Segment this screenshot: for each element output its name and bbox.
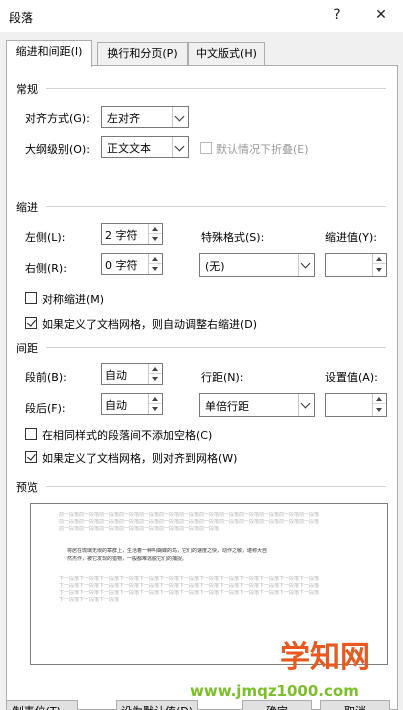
- chevron-down-icon: [172, 137, 188, 157]
- indent-by-spinner[interactable]: [325, 253, 387, 277]
- divider: [46, 486, 386, 487]
- indent-left-value: 2 字符: [105, 229, 138, 242]
- spacing-before-value: 自动: [105, 369, 127, 382]
- cancel-button[interactable]: 取消: [320, 700, 390, 710]
- preview-next-line: 下一段落下一段落下一段落下一段落下一段落下一段落下一段落下一段落下一段落下一段落…: [59, 590, 320, 596]
- indent-right-value: 0 字符: [105, 259, 138, 272]
- line-spacing-value: 单倍行距: [205, 400, 249, 413]
- close-icon[interactable]: ✕: [370, 5, 392, 25]
- spin-up-icon[interactable]: [149, 364, 162, 374]
- preview-sample-line: 然杰作，被它发现的猎物，一般都难逃脱它们的捕捉。: [67, 556, 188, 562]
- alignment-select[interactable]: 左对齐: [101, 106, 189, 128]
- indent-left-spinner[interactable]: 2 字符: [101, 223, 163, 245]
- outline-level-select[interactable]: 正文文本: [101, 136, 189, 158]
- spin-down-icon[interactable]: [373, 265, 386, 275]
- line-spacing-label: 行距(N):: [201, 371, 244, 384]
- alignment-label: 对齐方式(G):: [25, 112, 90, 125]
- watermark-url: www.jmqz1000.com: [190, 682, 359, 700]
- mirror-indents-checkbox[interactable]: [25, 292, 37, 304]
- window-title: 段落: [9, 11, 34, 25]
- preview-prev-line: 前一段落前一段落前一段落前一段落前一段落前一段落前一段落前一段落: [59, 526, 220, 532]
- divider: [46, 206, 386, 207]
- spacing-before-label: 段前(B):: [25, 371, 67, 384]
- no-space-same-style-label: 在相同样式的段落间不添加空格(C): [42, 429, 213, 442]
- tab-indents-spacing[interactable]: 缩进和间距(I): [6, 40, 92, 67]
- collapsed-label: 默认情况下折叠(E): [216, 143, 309, 156]
- set-default-button[interactable]: 设为默认值(D): [116, 700, 198, 710]
- tab-line-page-breaks[interactable]: 换行和分页(P): [97, 42, 188, 66]
- special-indent-value: (无): [205, 260, 225, 273]
- auto-adjust-right-indent-label: 如果定义了文档网格，则自动调整右缩进(D): [42, 318, 258, 331]
- outline-level-value: 正文文本: [107, 142, 151, 155]
- spacing-before-spinner[interactable]: 自动: [101, 363, 163, 385]
- spacing-after-spinner[interactable]: 自动: [101, 393, 163, 415]
- indent-by-label: 缩进值(Y):: [325, 231, 378, 244]
- spin-down-icon[interactable]: [149, 234, 162, 244]
- special-indent-label: 特殊格式(S):: [201, 231, 265, 244]
- alignment-value: 左对齐: [107, 112, 140, 125]
- preview-prev-line: 前一段落前一段落前一段落前一段落前一段落前一段落前一段落前一段落前一段落前一段落…: [59, 519, 320, 525]
- spacing-at-label: 设置值(A):: [325, 371, 378, 384]
- auto-adjust-right-indent-checkbox[interactable]: [25, 317, 37, 329]
- tabs-button[interactable]: 制表位(T)...: [6, 700, 78, 710]
- no-space-same-style-checkbox[interactable]: [25, 428, 37, 440]
- ok-button[interactable]: 确定: [242, 700, 312, 710]
- spin-up-icon[interactable]: [373, 394, 386, 404]
- line-spacing-select[interactable]: 单倍行距: [199, 393, 315, 417]
- special-indent-select[interactable]: (无): [199, 253, 315, 277]
- preview-prev-line: 前一段落前一段落前一段落前一段落前一段落前一段落前一段落前一段落前一段落前一段落…: [59, 512, 320, 518]
- spin-up-icon[interactable]: [149, 224, 162, 234]
- preview-next-line: 下一段落下一段落下一段落下一段落下一段落下一段落下一段落下一段落下一段落下一段落…: [59, 576, 320, 582]
- general-heading: 常规: [16, 83, 38, 96]
- indent-heading: 缩进: [16, 201, 38, 214]
- spin-down-icon[interactable]: [149, 404, 162, 414]
- help-icon[interactable]: ?: [326, 5, 348, 25]
- indent-left-label: 左侧(L):: [25, 231, 66, 244]
- preview-heading: 预览: [16, 481, 38, 494]
- preview-sample-line: 将居在琉璃无垠的章群上，生活着一种叫蝴蝶的鸟，它们的速度之快，动作之敏，堪称大自: [67, 548, 268, 554]
- spin-down-icon[interactable]: [373, 405, 386, 415]
- snap-to-grid-checkbox[interactable]: [25, 451, 37, 463]
- mirror-indents-label: 对称缩进(M): [42, 293, 105, 306]
- tab-asian-typography[interactable]: 中文版式(H): [188, 42, 265, 66]
- spin-up-icon[interactable]: [373, 254, 386, 264]
- indent-right-spinner[interactable]: 0 字符: [101, 253, 163, 275]
- spacing-at-spinner[interactable]: [325, 393, 387, 417]
- spin-down-icon[interactable]: [149, 374, 162, 384]
- watermark-brand: 学知网: [280, 640, 370, 675]
- spin-up-icon[interactable]: [149, 394, 162, 404]
- spin-down-icon[interactable]: [149, 264, 162, 274]
- chevron-down-icon: [172, 107, 188, 127]
- chevron-down-icon: [298, 254, 314, 276]
- spacing-after-value: 自动: [105, 399, 127, 412]
- divider: [46, 88, 386, 89]
- preview-next-line: 下一段落下一段落下一段落: [59, 597, 120, 603]
- collapsed-checkbox[interactable]: [200, 142, 212, 154]
- snap-to-grid-label: 如果定义了文档网格，则对齐到网格(W): [42, 452, 238, 465]
- spin-up-icon[interactable]: [149, 254, 162, 264]
- divider: [46, 347, 386, 348]
- spacing-heading: 间距: [16, 342, 38, 355]
- outline-level-label: 大纲级别(O):: [25, 143, 90, 156]
- preview-next-line: 下一段落下一段落下一段落下一段落下一段落下一段落下一段落下一段落下一段落下一段落…: [59, 583, 320, 589]
- chevron-down-icon: [298, 394, 314, 416]
- indent-right-label: 右侧(R):: [25, 262, 67, 275]
- spacing-after-label: 段后(F):: [25, 402, 66, 415]
